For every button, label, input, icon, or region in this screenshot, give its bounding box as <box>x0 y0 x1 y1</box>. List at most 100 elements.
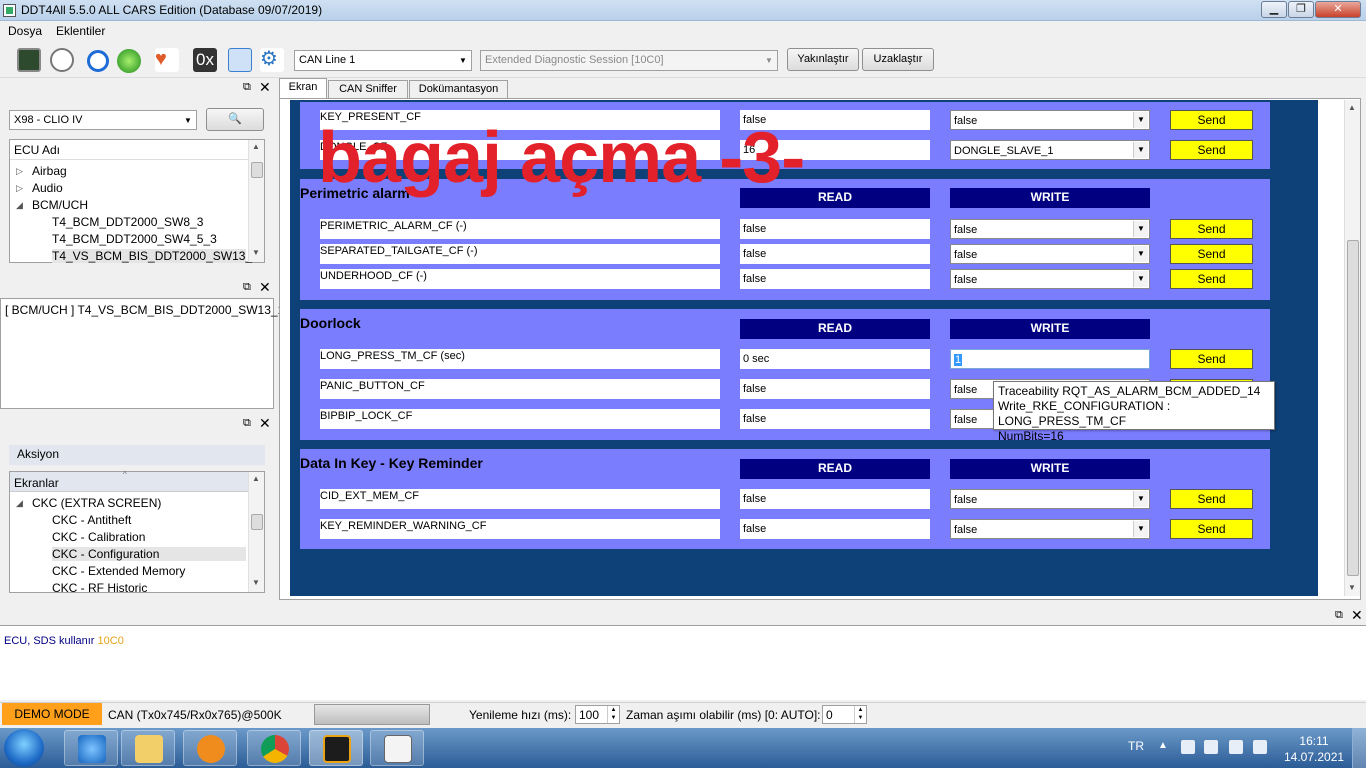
close-button[interactable]: ✕ <box>1315 1 1361 18</box>
spin-arrows-icon[interactable]: ▲ ▼ <box>607 706 619 723</box>
tab-can-sniffer[interactable]: CAN Sniffer <box>328 80 408 99</box>
send-button[interactable]: Send <box>1170 244 1253 264</box>
write-select[interactable]: false ▼ <box>950 110 1150 130</box>
float-icon[interactable]: ⧉ <box>1335 609 1343 622</box>
spin-arrows-icon[interactable]: ▲ ▼ <box>854 706 866 723</box>
tab-dokumantasyon[interactable]: Dokümantasyon <box>409 80 508 99</box>
scroll-up-icon[interactable]: ▲ <box>1348 103 1356 112</box>
chevron-down-icon: ▼ <box>765 56 773 65</box>
write-select[interactable]: false ▼ <box>950 244 1150 264</box>
tree-item[interactable]: CKC (EXTRA SCREEN) <box>32 496 161 510</box>
timeout-spinbox[interactable]: 0 ▲ ▼ <box>822 705 867 724</box>
show-desktop-button[interactable] <box>1352 728 1366 768</box>
overlay-caption: bagaj açma -3- <box>318 118 805 198</box>
device-icon[interactable] <box>1204 740 1218 754</box>
write-select[interactable]: false ▼ <box>950 519 1150 539</box>
menu-dosya[interactable]: Dosya <box>8 24 42 38</box>
internet-explorer-icon[interactable] <box>64 730 118 766</box>
session-select[interactable]: Extended Diagnostic Session [10C0] ▼ <box>480 50 778 71</box>
tree-item[interactable]: CKC - Configuration <box>52 547 246 561</box>
tree-item[interactable]: BCM/UCH <box>32 198 88 212</box>
tree-item[interactable]: CKC - RF Historic <box>52 581 147 595</box>
send-button[interactable]: Send <box>1170 140 1253 160</box>
minimize-button[interactable]: ▁ <box>1261 1 1287 18</box>
send-button[interactable]: Send <box>1170 110 1253 130</box>
float-icon[interactable]: ⧉ <box>243 281 251 294</box>
refresh-rate-spinbox[interactable]: 100 ▲ ▼ <box>575 705 620 724</box>
screens-scrollbar[interactable]: ▲ ▼ <box>248 472 264 592</box>
ecu-scrollbar[interactable]: ▲ ▼ <box>248 140 264 262</box>
tree-expander-icon[interactable]: ▷ <box>16 183 23 194</box>
read-value: false <box>740 489 930 509</box>
tree-expander-icon[interactable]: ◢ <box>16 498 23 509</box>
document-viewer-icon[interactable] <box>370 730 424 766</box>
send-button[interactable]: Send <box>1170 489 1253 509</box>
monitor-icon[interactable] <box>17 48 41 72</box>
search-vehicle-button[interactable]: 🔍 <box>206 108 264 131</box>
write-select[interactable]: false ▼ <box>950 489 1150 509</box>
can-line-select[interactable]: CAN Line 1 ▼ <box>294 50 472 71</box>
close-icon[interactable]: ✕ <box>259 79 271 96</box>
float-icon[interactable]: ⧉ <box>243 81 251 94</box>
scroll-thumb[interactable] <box>1347 240 1359 576</box>
menu-eklentiler[interactable]: Eklentiler <box>56 24 105 38</box>
close-icon[interactable]: ✕ <box>259 415 271 432</box>
maximize-button[interactable]: ❐ <box>1288 1 1314 18</box>
start-button[interactable] <box>4 729 44 767</box>
tree-item[interactable]: T4_BCM_DDT2000_SW4_5_3 <box>52 232 217 246</box>
tooltip: Traceability RQT_AS_ALARM_BCM_ADDED_14 W… <box>993 381 1275 443</box>
screen-scrollbar[interactable]: ▲ ▼ <box>1344 100 1360 596</box>
green-sync-icon[interactable] <box>117 49 141 73</box>
write-input[interactable]: 1 <box>950 349 1150 369</box>
tree-item[interactable]: T4_BCM_DDT2000_SW8_3 <box>52 215 203 229</box>
selected-ecu-item[interactable]: [ BCM/UCH ] T4_VS_BCM_BIS_DDT2000_SW13_1 <box>5 303 284 317</box>
group-title: Data In Key - Key Reminder <box>300 455 483 471</box>
refresh-icon[interactable] <box>87 50 109 72</box>
can-status: CAN (Tx0x745/Rx0x765)@500K <box>108 708 282 722</box>
network-icon[interactable] <box>228 48 252 72</box>
send-button[interactable]: Send <box>1170 349 1253 369</box>
close-icon[interactable]: ✕ <box>1351 607 1363 624</box>
write-select[interactable]: DONGLE_SLAVE_1 ▼ <box>950 140 1150 160</box>
hex-0x-icon[interactable]: 0x <box>193 48 217 72</box>
tree-expander-icon[interactable]: ◢ <box>16 200 23 211</box>
vehicle-select[interactable]: X98 - CLIO IV ▼ <box>9 110 197 130</box>
volume-icon[interactable] <box>1253 740 1267 754</box>
log-code: 10C0 <box>97 635 124 647</box>
write-select[interactable]: false ▼ <box>950 269 1150 289</box>
write-select[interactable]: false ▼ <box>950 219 1150 239</box>
tree-item[interactable]: Audio <box>32 181 63 195</box>
session-value: Extended Diagnostic Session [10C0] <box>485 54 664 66</box>
chevron-down-icon: ▼ <box>1133 112 1148 128</box>
tree-item[interactable]: CKC - Antitheft <box>52 513 131 527</box>
tree-item[interactable]: T4_VS_BCM_BIS_DDT2000_SW13_1 <box>52 249 259 263</box>
language-indicator[interactable]: TR <box>1128 739 1144 753</box>
check-engine-icon[interactable] <box>309 730 363 766</box>
tree-item[interactable]: CKC - Calibration <box>52 530 145 544</box>
zoom-out-button[interactable]: Uzaklaştır <box>862 48 934 71</box>
flag-icon[interactable] <box>1181 740 1195 754</box>
heart-plus-icon[interactable]: ♥ <box>155 48 179 72</box>
send-button[interactable]: Send <box>1170 219 1253 239</box>
app-icon <box>3 4 16 17</box>
tree-item[interactable]: Airbag <box>32 164 67 178</box>
float-icon[interactable]: ⧉ <box>243 417 251 430</box>
tray-expand-icon[interactable]: ▲ <box>1158 740 1168 751</box>
scroll-down-icon[interactable]: ▼ <box>1348 583 1356 592</box>
file-explorer-icon[interactable] <box>121 730 175 766</box>
close-icon[interactable]: ✕ <box>259 279 271 296</box>
signal-icon[interactable] <box>1229 740 1243 754</box>
tab-ekran[interactable]: Ekran <box>279 78 327 99</box>
write-column-header: WRITE <box>950 459 1150 479</box>
send-button[interactable]: Send <box>1170 519 1253 539</box>
clock[interactable]: 16:11 14.07.2021 <box>1284 733 1344 765</box>
chrome-icon[interactable] <box>247 730 301 766</box>
zoom-in-button[interactable]: Yakınlaştır <box>787 48 859 71</box>
tree-item[interactable]: CKC - Extended Memory <box>52 564 185 578</box>
media-player-icon[interactable] <box>183 730 237 766</box>
progress-bar <box>314 704 430 725</box>
pipe-icon[interactable]: ⚙ <box>260 48 284 72</box>
send-button[interactable]: Send <box>1170 269 1253 289</box>
bug-icon[interactable] <box>50 48 74 72</box>
tree-expander-icon[interactable]: ▷ <box>16 166 23 177</box>
